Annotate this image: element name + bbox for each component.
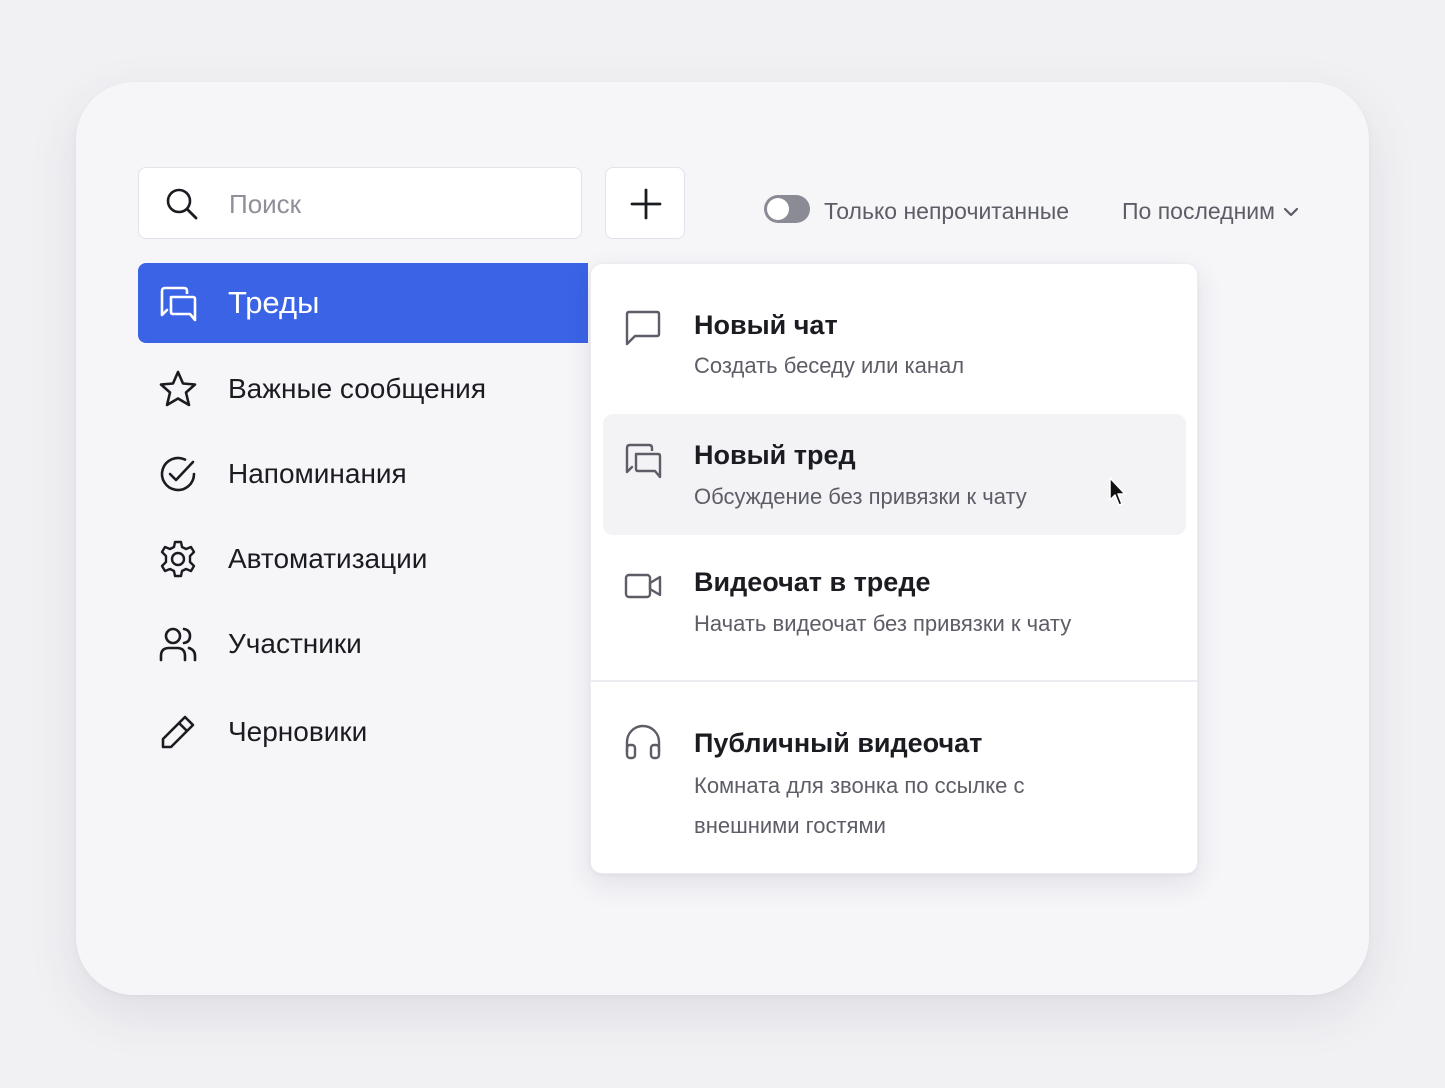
- menu-item-title: Публичный видеочат: [694, 728, 983, 758]
- create-menu: Новый чат Создать беседу или канал Новый…: [590, 263, 1198, 874]
- mouse-cursor-icon: [1109, 477, 1126, 506]
- menu-item-new-chat[interactable]: Новый чат Создать беседу или канал: [603, 276, 1186, 396]
- chat-bubble-icon: [623, 308, 663, 348]
- menu-item-title: Новый чат: [694, 310, 838, 340]
- video-camera-icon: [623, 566, 663, 606]
- pencil-icon: [158, 712, 198, 752]
- sort-dropdown[interactable]: По последним: [1122, 198, 1299, 225]
- menu-item-desc: Комната для звонка по ссылке с внешними …: [694, 773, 1025, 838]
- sidebar-item-important[interactable]: Важные сообщения: [138, 349, 588, 429]
- sort-label: По последним: [1122, 198, 1275, 224]
- gear-icon: [158, 539, 198, 579]
- menu-item-title: Видеочат в треде: [694, 567, 931, 597]
- sidebar-item-reminders[interactable]: Напоминания: [138, 434, 588, 514]
- toggle-knob: [767, 198, 789, 220]
- search-icon: [165, 187, 199, 221]
- threads-icon: [158, 283, 198, 323]
- threads-icon: [623, 440, 663, 480]
- sidebar-item-label: Участники: [228, 628, 362, 659]
- sidebar-item-threads[interactable]: Треды: [138, 263, 588, 343]
- sidebar-item-members[interactable]: Участники: [138, 604, 588, 684]
- chevron-down-icon: [1283, 207, 1299, 216]
- sidebar-item-label: Автоматизации: [228, 543, 428, 574]
- search-input[interactable]: [227, 168, 571, 240]
- sidebar-item-label: Треды: [228, 285, 320, 320]
- unread-only-toggle[interactable]: [764, 195, 810, 223]
- menu-item-desc: Обсуждение без привязки к чату: [694, 484, 1027, 509]
- menu-item-title: Новый тред: [694, 440, 856, 470]
- menu-item-desc: Создать беседу или канал: [694, 353, 965, 378]
- users-icon: [158, 624, 198, 664]
- unread-only-label[interactable]: Только непрочитанные: [824, 198, 1069, 225]
- menu-item-public-videochat[interactable]: Публичный видеочат Комната для звонка по…: [603, 694, 1186, 862]
- check-circle-icon: [158, 454, 198, 494]
- sidebar-item-label: Черновики: [228, 716, 368, 747]
- sidebar-item-label: Напоминания: [228, 458, 407, 489]
- add-button[interactable]: [605, 167, 685, 239]
- menu-divider: [591, 680, 1197, 682]
- sidebar-item-drafts[interactable]: Черновики: [138, 692, 588, 772]
- search-box[interactable]: [138, 167, 582, 240]
- menu-item-desc: Начать видеочат без привязки к чату: [694, 611, 1072, 636]
- plus-icon: [630, 188, 662, 220]
- menu-item-new-thread[interactable]: Новый тред Обсуждение без привязки к чат…: [603, 414, 1186, 535]
- headphones-icon: [623, 722, 663, 762]
- sidebar-item-automations[interactable]: Автоматизации: [138, 519, 588, 599]
- star-icon: [158, 369, 198, 409]
- menu-item-thread-videochat[interactable]: Видеочат в треде Начать видеочат без при…: [603, 549, 1186, 669]
- sidebar-item-label: Важные сообщения: [228, 373, 486, 404]
